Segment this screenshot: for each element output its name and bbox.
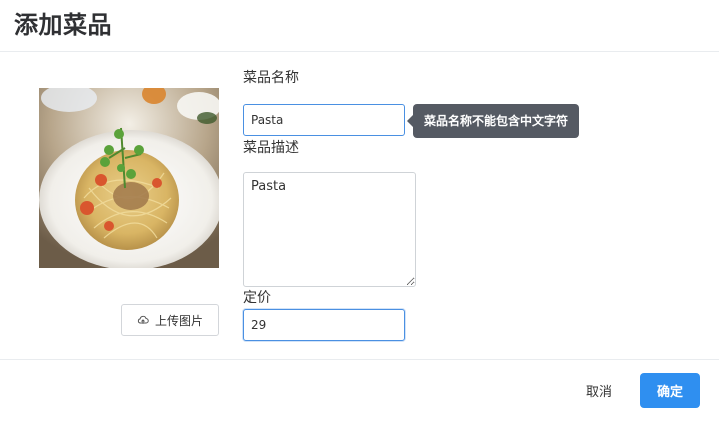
cloud-upload-icon [137, 315, 149, 324]
price-input[interactable] [243, 309, 405, 341]
upload-image-label: 上传图片 [154, 313, 203, 328]
price-label: 定价 [243, 290, 271, 306]
dish-image [39, 88, 219, 268]
upload-image-button[interactable]: 上传图片 [121, 304, 219, 336]
dialog-header: 添加菜品 [0, 0, 719, 52]
dialog-title: 添加菜品 [14, 11, 112, 39]
dish-description-label: 菜品描述 [243, 140, 299, 156]
confirm-button[interactable]: 确定 [640, 373, 700, 408]
dish-name-input[interactable] [243, 104, 405, 136]
cancel-button[interactable]: 取消 [574, 373, 624, 407]
add-dish-dialog: 添加菜品 上传图片 菜品名称 Pasta 菜品名称不能包含中文字符 菜品描述 P… [0, 0, 719, 421]
dish-description-textarea[interactable]: Pasta [243, 172, 416, 287]
dish-name-label: 菜品名称 [243, 70, 299, 86]
dish-name-validation-tooltip: 菜品名称不能包含中文字符 [406, 104, 580, 138]
